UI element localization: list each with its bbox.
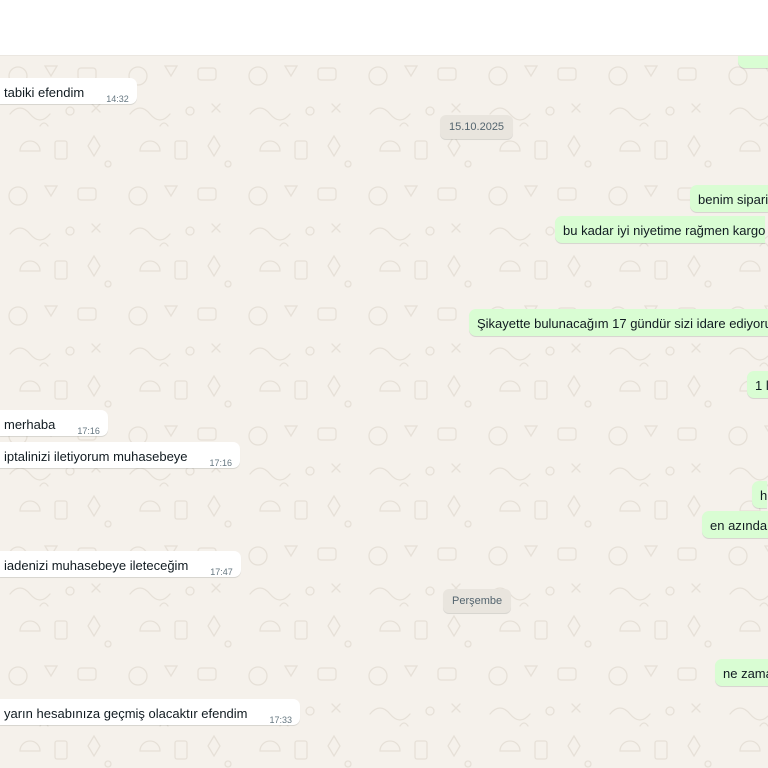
outgoing-message[interactable]: en azından	[702, 511, 768, 538]
date-separator: Perşembe	[443, 589, 512, 613]
chat-header	[0, 0, 768, 56]
message-text: merhaba	[4, 417, 56, 432]
outgoing-message[interactable]: 1 l	[747, 371, 768, 398]
message-time: 17:16	[209, 458, 233, 468]
incoming-message[interactable]: iadenizi muhasebeye ileteceğim 17:47	[0, 551, 241, 577]
message-text: bu kadar iyi niyetime rağmen kargo	[563, 223, 766, 238]
date-separator: 15.10.2025	[440, 115, 514, 139]
message-text: en azından	[710, 518, 768, 533]
chat-area[interactable]: tabiki efendim 14:32 15.10.2025 benim sip…	[0, 56, 768, 768]
message-text: iadenizi muhasebeye ileteceğim	[4, 558, 189, 573]
message-time: 17:16	[77, 426, 100, 436]
incoming-message[interactable]: tabiki efendim 14:32	[0, 78, 137, 104]
outgoing-message[interactable]: ne zama	[715, 659, 768, 686]
message-text: yarın hesabınıza geçmiş olacaktır efendi…	[4, 706, 248, 721]
incoming-message[interactable]: yarın hesabınıza geçmiş olacaktır efendi…	[0, 699, 301, 725]
message-text: tabiki efendim	[4, 85, 85, 100]
message-text: benim sipari	[698, 192, 768, 207]
message-text: Şikayette bulunacağım 17 gündür sizi ida…	[477, 316, 768, 331]
doodle-background	[0, 56, 768, 768]
outgoing-message[interactable]: h	[752, 481, 768, 508]
message-text: 1 l	[755, 378, 768, 393]
outgoing-message[interactable]	[738, 56, 768, 68]
message-text: h	[760, 488, 768, 503]
outgoing-message[interactable]: benim sipari	[690, 185, 768, 212]
message-time: 14:32	[106, 94, 129, 104]
message-text: iptalinizi iletiyorum muhasebeye	[4, 449, 188, 464]
outgoing-message[interactable]: Şikayette bulunacağım 17 gündür sizi ida…	[469, 309, 768, 336]
message-time: 17:47	[210, 567, 233, 577]
incoming-message[interactable]: merhaba 17:16	[0, 410, 108, 436]
incoming-message[interactable]: iptalinizi iletiyorum muhasebeye 17:16	[0, 442, 241, 468]
message-text: ne zama	[723, 666, 768, 681]
message-time: 17:33	[269, 715, 293, 725]
outgoing-message[interactable]: bu kadar iyi niyetime rağmen kargo	[555, 216, 766, 243]
